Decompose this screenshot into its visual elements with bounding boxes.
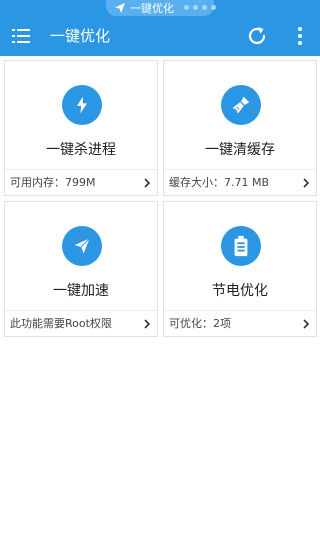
card-title: 一键清缓存 [205, 142, 275, 158]
battery-icon [221, 226, 261, 266]
status-dot [202, 5, 207, 10]
paper-plane-icon [115, 3, 125, 13]
status-dot [193, 5, 198, 10]
available-memory: 可用内存：799M [10, 176, 96, 189]
status-dots [184, 5, 216, 10]
card-power-saving[interactable]: 节电优化 可优化：2项 [163, 201, 317, 337]
chevron-right-icon [144, 319, 151, 329]
optimizable-count: 可优化：2项 [169, 317, 231, 330]
chevron-right-icon [144, 178, 151, 188]
broom-icon [221, 85, 261, 125]
card-footer[interactable]: 此功能需要Root权限 [5, 310, 157, 337]
card-title: 一键加速 [53, 283, 109, 299]
card-clear-cache[interactable]: 一键清缓存 缓存大小：7.71 MB [163, 60, 317, 196]
card-footer[interactable]: 可用内存：799M [5, 169, 157, 196]
card-kill-process[interactable]: 一键杀进程 可用内存：799M [4, 60, 158, 196]
menu-button[interactable] [10, 25, 32, 47]
status-dot [184, 5, 189, 10]
page-title: 一键优化 [50, 27, 111, 45]
status-bar: 一键优化 [0, 0, 320, 16]
more-vertical-icon [298, 27, 302, 45]
status-label: 一键优化 [130, 2, 174, 15]
card-title: 节电优化 [212, 283, 268, 299]
root-required-note: 此功能需要Root权限 [10, 317, 112, 330]
more-options-button[interactable] [290, 24, 310, 48]
status-dot [211, 5, 216, 10]
lightning-icon [62, 85, 102, 125]
chevron-right-icon [303, 319, 310, 329]
card-footer[interactable]: 缓存大小：7.71 MB [164, 169, 316, 196]
card-speed-up[interactable]: 一键加速 此功能需要Root权限 [4, 201, 158, 337]
card-title: 一键杀进程 [46, 142, 116, 158]
menu-list-icon [12, 29, 30, 43]
refresh-button[interactable] [245, 24, 269, 48]
paper-plane-icon [62, 226, 102, 266]
refresh-icon [248, 27, 266, 45]
cache-size: 缓存大小：7.71 MB [169, 176, 270, 189]
chevron-right-icon [303, 178, 310, 188]
toolbar: 一键优化 [0, 16, 320, 56]
card-footer[interactable]: 可优化：2项 [164, 310, 316, 337]
